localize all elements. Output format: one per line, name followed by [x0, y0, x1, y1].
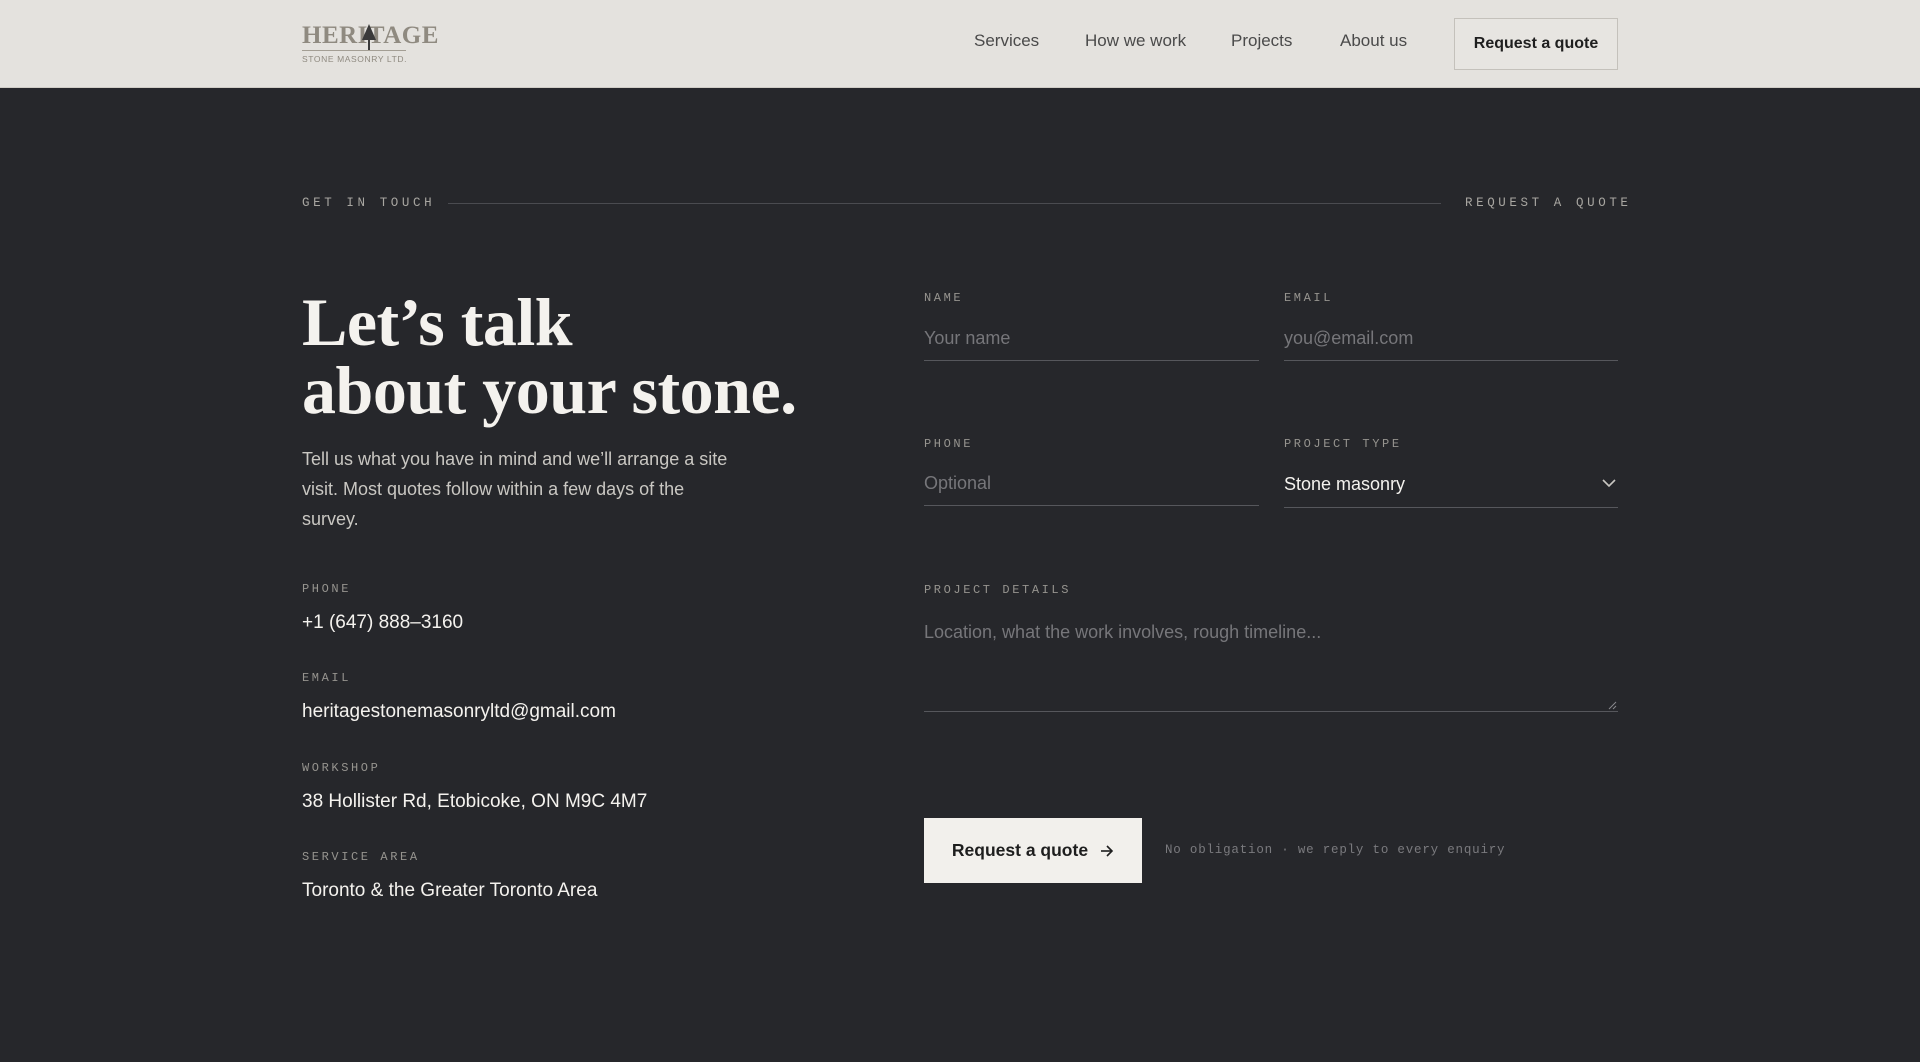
project-type-value: Stone masonry [1284, 474, 1406, 494]
eyebrow-divider [448, 203, 1441, 204]
arrow-right-icon [1101, 844, 1114, 857]
nav-how-we-work[interactable]: How we work [1085, 31, 1186, 51]
phone-field-label: PHONE [924, 437, 974, 451]
logo[interactable]: HERITAGE STONE MASONRY LTD. [302, 22, 438, 66]
nav-services[interactable]: Services [974, 31, 1039, 51]
nav-about-us[interactable]: About us [1340, 31, 1407, 51]
nav-projects[interactable]: Projects [1231, 31, 1292, 51]
header-request-quote-button[interactable]: Request a quote [1454, 18, 1618, 70]
submit-note: No obligation · we reply to every enquir… [1165, 843, 1506, 857]
page-title-line-2: about your stone. [302, 352, 797, 428]
service-area-label: SERVICE AREA [302, 850, 420, 864]
workshop-address: 38 Hollister Rd, Etobicoke, ON M9C 4M7 [302, 791, 648, 812]
email-link[interactable]: heritagestonemasonryltd@gmail.com [302, 701, 616, 723]
phone-input[interactable] [924, 462, 1259, 506]
chevron-down-icon [1602, 479, 1616, 488]
email-input[interactable] [1284, 317, 1618, 361]
resize-grip-icon[interactable] [1608, 701, 1617, 710]
logo-rule [302, 50, 406, 51]
phone-label: PHONE [302, 582, 352, 596]
page-title-line-1: Let’s talk [302, 284, 573, 360]
submit-label: Request a quote [951, 840, 1089, 860]
page-title: Let’s talk about your stone. [302, 288, 797, 424]
tree-icon [362, 24, 376, 50]
project-type-label: PROJECT TYPE [1284, 437, 1402, 451]
workshop-label: WORKSHOP [302, 761, 381, 775]
submit-request-quote-button[interactable]: Request a quote [924, 818, 1142, 883]
name-input[interactable] [924, 317, 1259, 361]
intro-text: Tell us what you have in mind and we’ll … [302, 449, 728, 529]
eyebrow-request-quote: REQUEST A QUOTE [1465, 196, 1632, 210]
name-label: NAME [924, 291, 964, 305]
project-details-textarea[interactable] [924, 616, 1618, 712]
project-type-select[interactable]: Stone masonry [1284, 462, 1618, 508]
logo-subtitle: STONE MASONRY LTD. [302, 54, 408, 64]
email-label: EMAIL [302, 671, 352, 685]
service-area-value: Toronto & the Greater Toronto Area [302, 880, 598, 901]
eyebrow-get-in-touch: GET IN TOUCH [302, 196, 436, 210]
email-field-label: EMAIL [1284, 291, 1334, 305]
site-header: HERITAGE STONE MASONRY LTD. Services How… [0, 0, 1920, 88]
phone-link[interactable]: +1 (647) 888–3160 [302, 612, 463, 634]
project-details-label: PROJECT DETAILS [924, 583, 1072, 597]
